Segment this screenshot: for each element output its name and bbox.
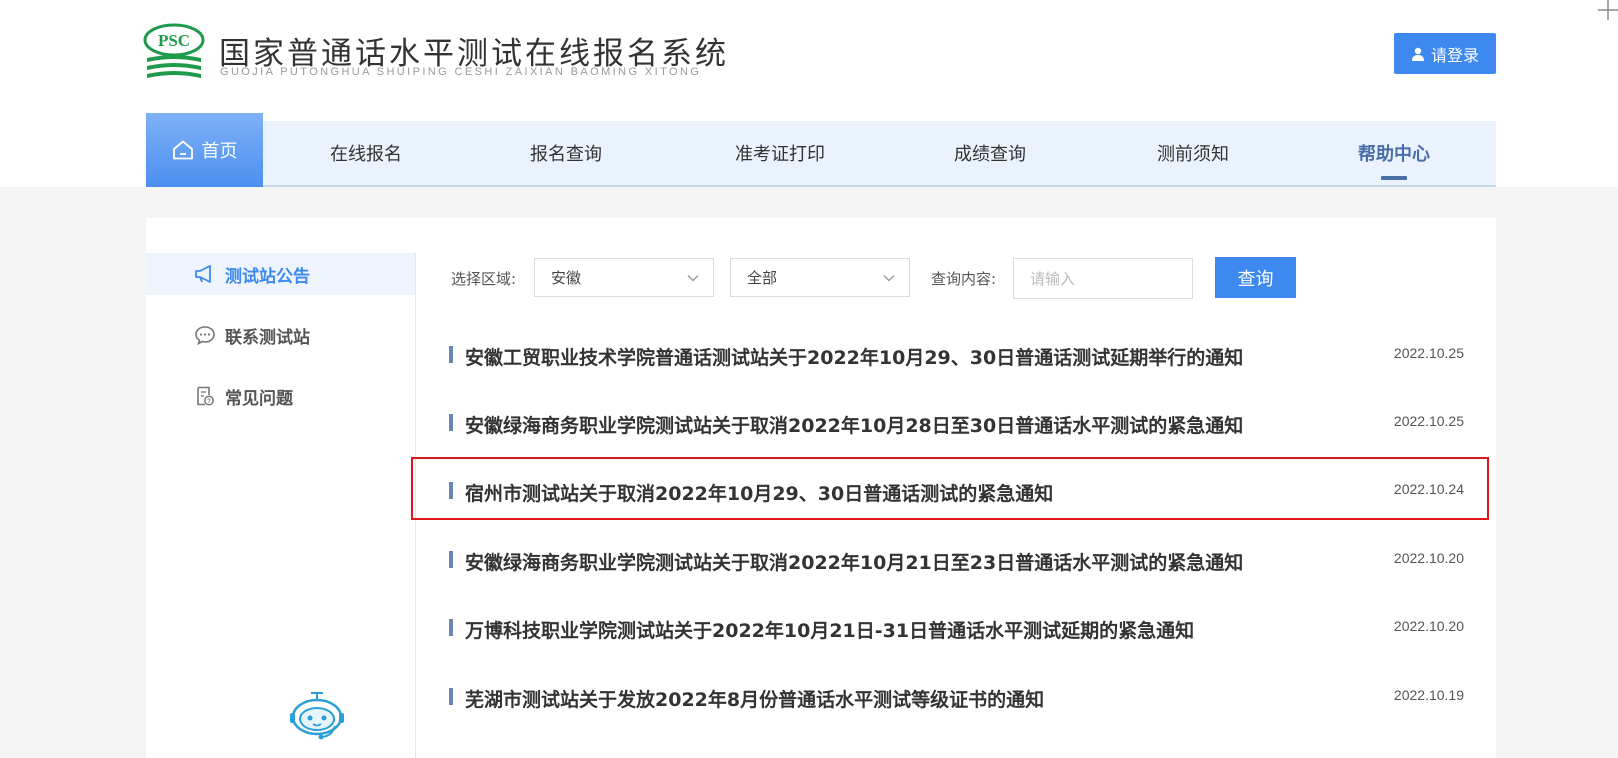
province-value: 安徽	[551, 269, 582, 287]
chat-bubble-icon	[195, 326, 215, 345]
nav-item-registration-query[interactable]: 报名查询	[496, 121, 636, 185]
notice-bullet	[449, 346, 453, 363]
nav-home-label: 首页	[201, 141, 238, 162]
notice-date: 2022.10.20	[1393, 550, 1464, 566]
psc-emblem-icon: PSC	[143, 23, 205, 78]
notice-date: 2022.10.19	[1393, 687, 1464, 703]
region-label: 选择区域:	[451, 270, 517, 288]
nav-item-admission-ticket[interactable]: 准考证打印	[710, 121, 850, 185]
notice-bullet	[449, 482, 453, 499]
login-button[interactable]: 请登录	[1394, 33, 1496, 74]
sidebar: 测试站公告 联系测试站 ? 常见问题	[146, 253, 416, 758]
login-label: 请登录	[1430, 45, 1479, 65]
notice-title[interactable]: 万博科技职业学院测试站关于2022年10月21日-31日普通话水平测试延期的紧急…	[465, 616, 1194, 643]
crosshair-icon	[1598, 0, 1618, 20]
sidebar-item-station-announcements[interactable]: 测试站公告	[146, 253, 415, 295]
notice-date: 2022.10.24	[1393, 481, 1464, 497]
home-icon	[172, 140, 193, 160]
site-logo[interactable]: PSC 国家普通话水平测试在线报名系统 GUOJIA PUTONGHUA SHU…	[143, 22, 726, 86]
nav-item-online-registration[interactable]: 在线报名	[296, 121, 436, 185]
sidebar-item-label: 常见问题	[225, 388, 293, 409]
nav-item-score-query[interactable]: 成绩查询	[920, 121, 1060, 185]
notice-row[interactable]: 安徽绿海商务职业学院测试站关于取消2022年10月21日至23日普通话水平测试的…	[449, 540, 1464, 580]
notice-row[interactable]: 芜湖市测试站关于发放2022年8月份普通话水平测试等级证书的通知 2022.10…	[449, 677, 1464, 717]
sidebar-item-faq[interactable]: ? 常见问题	[146, 375, 415, 417]
notice-date: 2022.10.25	[1393, 345, 1464, 361]
notice-title[interactable]: 安徽绿海商务职业学院测试站关于取消2022年10月21日至23日普通话水平测试的…	[465, 548, 1243, 575]
notice-row[interactable]: 安徽绿海商务职业学院测试站关于取消2022年10月28日至30日普通话水平测试的…	[449, 403, 1464, 443]
nav-active-indicator	[1381, 176, 1407, 180]
province-select[interactable]: 安徽	[534, 258, 714, 297]
logo-badge-text: PSC	[158, 31, 190, 50]
notice-bullet	[449, 414, 453, 431]
notice-row[interactable]: 宿州市测试站关于取消2022年10月29、30日普通话测试的紧急通知 2022.…	[449, 471, 1464, 511]
sidebar-item-contact-station[interactable]: 联系测试站	[146, 314, 415, 356]
nav-home[interactable]: 首页	[146, 113, 263, 187]
notice-bullet	[449, 688, 453, 705]
notice-title[interactable]: 芜湖市测试站关于发放2022年8月份普通话水平测试等级证书的通知	[465, 685, 1044, 712]
site-subtitle: GUOJIA PUTONGHUA SHUIPING CESHI ZAIXIAN …	[220, 66, 702, 78]
notice-row[interactable]: 安徽工贸职业技术学院普通话测试站关于2022年10月29、30日普通话测试延期举…	[449, 335, 1464, 375]
notice-title[interactable]: 安徽工贸职业技术学院普通话测试站关于2022年10月29、30日普通话测试延期举…	[465, 343, 1243, 370]
chevron-down-icon	[687, 275, 699, 282]
city-value: 全部	[747, 269, 778, 287]
sidebar-item-label: 联系测试站	[225, 327, 310, 348]
nav-item-pre-test-notes[interactable]: 测前须知	[1123, 121, 1263, 185]
content-label: 查询内容:	[931, 270, 997, 288]
chatbot-robot-icon[interactable]	[288, 690, 346, 742]
city-select[interactable]: 全部	[730, 258, 910, 297]
sidebar-item-label: 测试站公告	[225, 266, 310, 287]
query-button[interactable]: 查询	[1215, 257, 1296, 298]
notice-bullet	[449, 551, 453, 568]
search-input[interactable]	[1013, 258, 1193, 299]
document-question-icon: ?	[197, 386, 214, 406]
chevron-down-icon	[883, 275, 895, 282]
notice-date: 2022.10.25	[1393, 413, 1464, 429]
notice-date: 2022.10.20	[1393, 618, 1464, 634]
user-icon	[1411, 47, 1424, 61]
megaphone-icon	[195, 265, 211, 283]
notice-title[interactable]: 安徽绿海商务职业学院测试站关于取消2022年10月28日至30日普通话水平测试的…	[465, 411, 1243, 438]
notice-title[interactable]: 宿州市测试站关于取消2022年10月29、30日普通话测试的紧急通知	[465, 479, 1053, 506]
svg-text:?: ?	[207, 399, 211, 405]
notice-row[interactable]: 万博科技职业学院测试站关于2022年10月21日-31日普通话水平测试延期的紧急…	[449, 608, 1464, 648]
notice-bullet	[449, 619, 453, 636]
